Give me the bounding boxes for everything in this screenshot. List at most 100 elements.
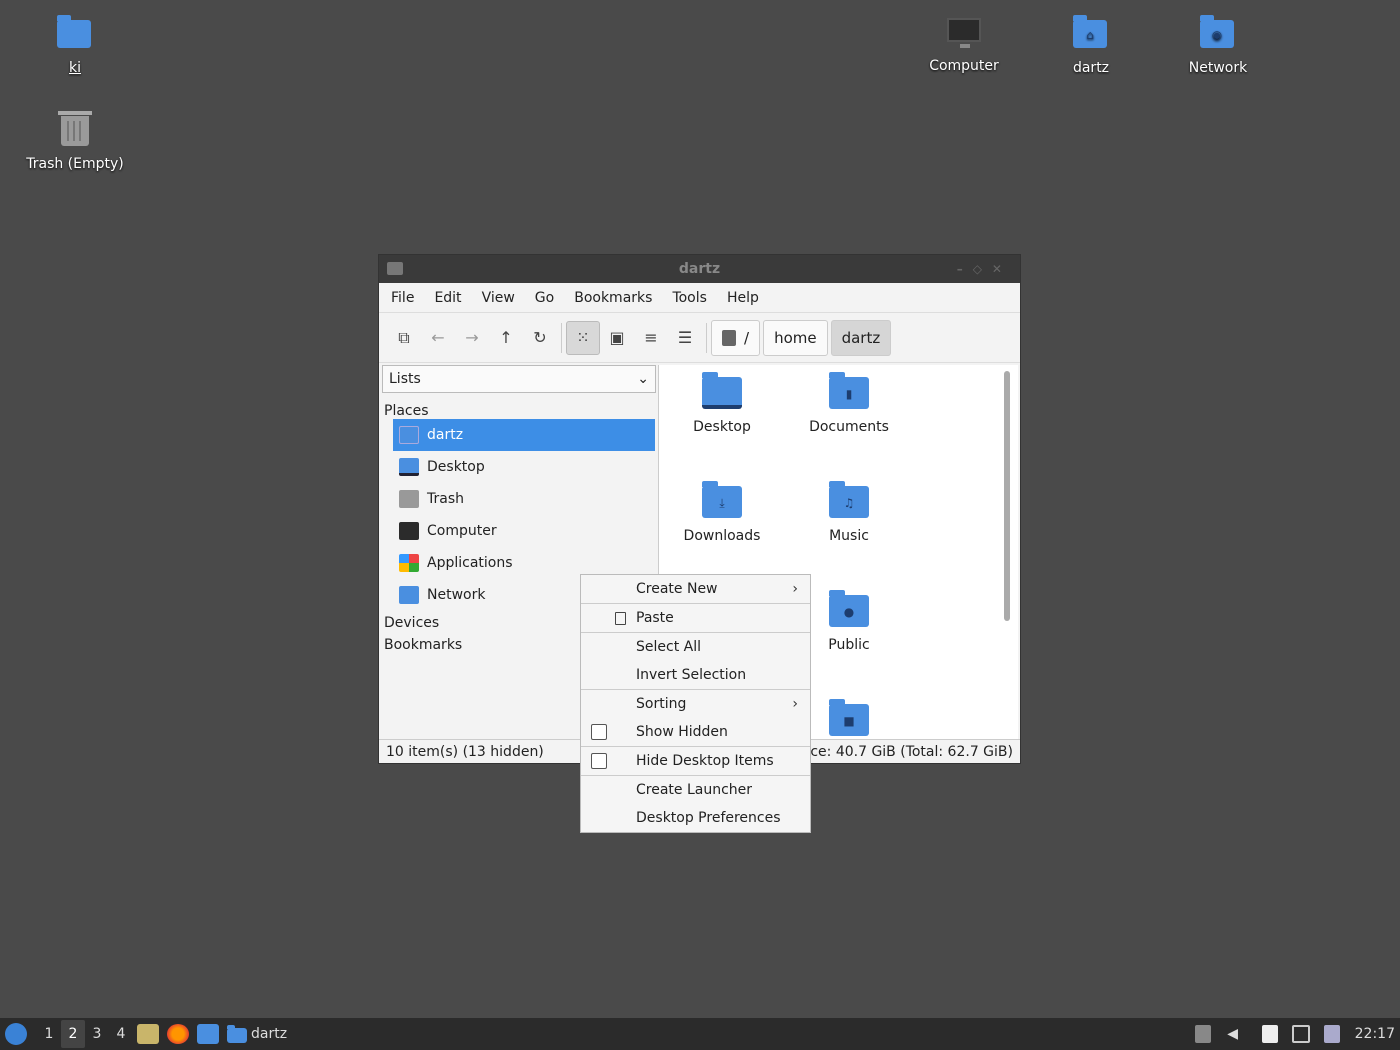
- menu-item-create-new[interactable]: Create New ›: [581, 575, 810, 603]
- desktop-icon-label: dartz: [1072, 60, 1110, 76]
- computer-icon: [947, 18, 981, 48]
- menu-item-sorting[interactable]: Sorting ›: [581, 690, 810, 718]
- file-item-documents[interactable]: ▮ Documents: [789, 369, 909, 435]
- task-dartz[interactable]: dartz: [227, 1024, 288, 1043]
- breadcrumb-dartz[interactable]: dartz: [830, 319, 892, 356]
- thumbnail-view-button[interactable]: ▣: [600, 321, 634, 355]
- new-tab-button[interactable]: ⧉: [387, 321, 421, 355]
- window-title: dartz: [678, 261, 721, 277]
- place-desktop[interactable]: Desktop: [393, 451, 655, 483]
- show-desktop-icon[interactable]: [197, 1024, 219, 1044]
- chevron-right-icon: ›: [792, 696, 798, 712]
- file-label: Music: [829, 528, 869, 544]
- network-icon: [399, 586, 419, 604]
- desktop-icon-trash[interactable]: Trash (Empty): [15, 111, 135, 172]
- applications-icon: [399, 554, 419, 572]
- file-label: Documents: [809, 419, 889, 435]
- desktop-icon-ki[interactable]: ki: [15, 14, 135, 76]
- status-item-count: 10 item(s) (13 hidden): [386, 743, 544, 760]
- public-folder-icon: ●: [829, 590, 869, 627]
- menu-item-show-hidden[interactable]: Show Hidden: [581, 718, 810, 746]
- taskbar: 1 2 3 4 dartz ◀ 22:17: [0, 1018, 1400, 1050]
- clock[interactable]: 22:17: [1355, 1026, 1395, 1042]
- reload-button[interactable]: ↻: [523, 321, 557, 355]
- clipboard-icon[interactable]: [1261, 1025, 1278, 1043]
- desktop-icon-label: Computer: [929, 58, 999, 74]
- toolbar-separator: [706, 322, 707, 353]
- volume-icon[interactable]: ◀: [1225, 1025, 1241, 1043]
- network-status-icon[interactable]: [1291, 1025, 1310, 1043]
- forward-button[interactable]: →: [455, 321, 489, 355]
- file-item-desktop[interactable]: Desktop: [662, 369, 782, 435]
- trash-icon: [58, 111, 92, 146]
- place-dartz[interactable]: dartz: [393, 419, 655, 451]
- menu-item-invert-selection[interactable]: Invert Selection: [581, 661, 810, 689]
- detail-list-icon: ☰: [677, 328, 693, 347]
- desktop-icon-network[interactable]: ◉ Network: [1158, 14, 1278, 76]
- desktop-context-menu: Create New › Paste Select All Invert Sele…: [580, 574, 811, 833]
- window-titlebar[interactable]: dartz –◇✕: [379, 255, 1020, 283]
- notification-icon[interactable]: [1323, 1025, 1340, 1043]
- window-folder-icon: [387, 262, 403, 275]
- menu-tools[interactable]: Tools: [662, 290, 717, 306]
- up-button[interactable]: ↑: [489, 321, 523, 355]
- place-computer[interactable]: Computer: [393, 515, 655, 547]
- desktop-icon-label: ki: [69, 60, 81, 76]
- menu-item-create-launcher[interactable]: Create Launcher: [581, 776, 810, 804]
- window-controls[interactable]: –◇✕: [957, 255, 1012, 283]
- selector-value: Lists: [389, 371, 421, 387]
- compact-view-button[interactable]: ≡: [634, 321, 668, 355]
- menu-help[interactable]: Help: [717, 290, 769, 306]
- network-folder-icon: ◉: [1200, 15, 1234, 48]
- menu-edit[interactable]: Edit: [424, 290, 471, 306]
- menu-item-label: Sorting: [636, 696, 687, 712]
- workspace-1[interactable]: 1: [37, 1020, 61, 1048]
- menu-item-label: Create New: [636, 581, 718, 597]
- file-item-music[interactable]: ♫ Music: [789, 478, 909, 544]
- menu-file[interactable]: File: [381, 290, 424, 306]
- breadcrumb-root[interactable]: /: [711, 319, 761, 356]
- place-label: Trash: [427, 491, 464, 507]
- workspace-4[interactable]: 4: [109, 1020, 133, 1048]
- task-label: dartz: [251, 1026, 288, 1042]
- menu-item-hide-desktop-items[interactable]: Hide Desktop Items: [581, 747, 810, 775]
- menu-view[interactable]: View: [472, 290, 525, 306]
- file-label: Desktop: [693, 419, 751, 435]
- home-icon: [399, 426, 419, 444]
- menu-item-label: Show Hidden: [636, 724, 728, 740]
- scrollbar[interactable]: [1004, 371, 1010, 621]
- breadcrumb-label: home: [774, 328, 817, 347]
- icon-view-button[interactable]: ⁙: [566, 320, 600, 355]
- menu-item-paste[interactable]: Paste: [581, 604, 810, 632]
- workspace-2[interactable]: 2: [61, 1020, 85, 1048]
- menu-item-select-all[interactable]: Select All: [581, 633, 810, 661]
- downloads-folder-icon: ⤓: [702, 481, 742, 518]
- desktop-icon-label: Network: [1188, 60, 1248, 76]
- menu-item-label: Select All: [636, 639, 701, 655]
- workspace-3[interactable]: 3: [85, 1020, 109, 1048]
- place-label: Applications: [427, 555, 513, 571]
- back-button[interactable]: ←: [421, 321, 455, 355]
- menu-go[interactable]: Go: [525, 290, 564, 306]
- menu-bookmarks[interactable]: Bookmarks: [564, 290, 662, 306]
- trash-icon: [399, 490, 419, 508]
- file-manager-launcher-icon[interactable]: [137, 1024, 159, 1044]
- detail-view-button[interactable]: ☰: [668, 321, 702, 355]
- hide-desktop-items-checkbox[interactable]: [591, 753, 607, 769]
- firefox-icon[interactable]: [167, 1024, 189, 1044]
- desktop-icon-home[interactable]: ⌂ dartz: [1031, 14, 1151, 76]
- breadcrumb-home[interactable]: home: [763, 319, 828, 356]
- side-pane-selector[interactable]: Lists ⌄: [382, 365, 656, 393]
- places-heading[interactable]: Places: [381, 403, 656, 419]
- start-menu-icon[interactable]: [5, 1023, 27, 1045]
- desktop-icon-computer[interactable]: Computer: [904, 14, 1024, 74]
- folder-icon: [57, 15, 91, 48]
- grid-icon: ⁙: [576, 328, 590, 347]
- update-icon[interactable]: [1194, 1025, 1211, 1043]
- menu-item-desktop-preferences[interactable]: Desktop Preferences: [581, 804, 810, 832]
- place-trash[interactable]: Trash: [393, 483, 655, 515]
- toolbar-separator: [561, 322, 562, 353]
- file-item-downloads[interactable]: ⤓ Downloads: [662, 478, 782, 544]
- show-hidden-checkbox[interactable]: [591, 724, 607, 740]
- new-tab-icon: ⧉: [398, 327, 410, 347]
